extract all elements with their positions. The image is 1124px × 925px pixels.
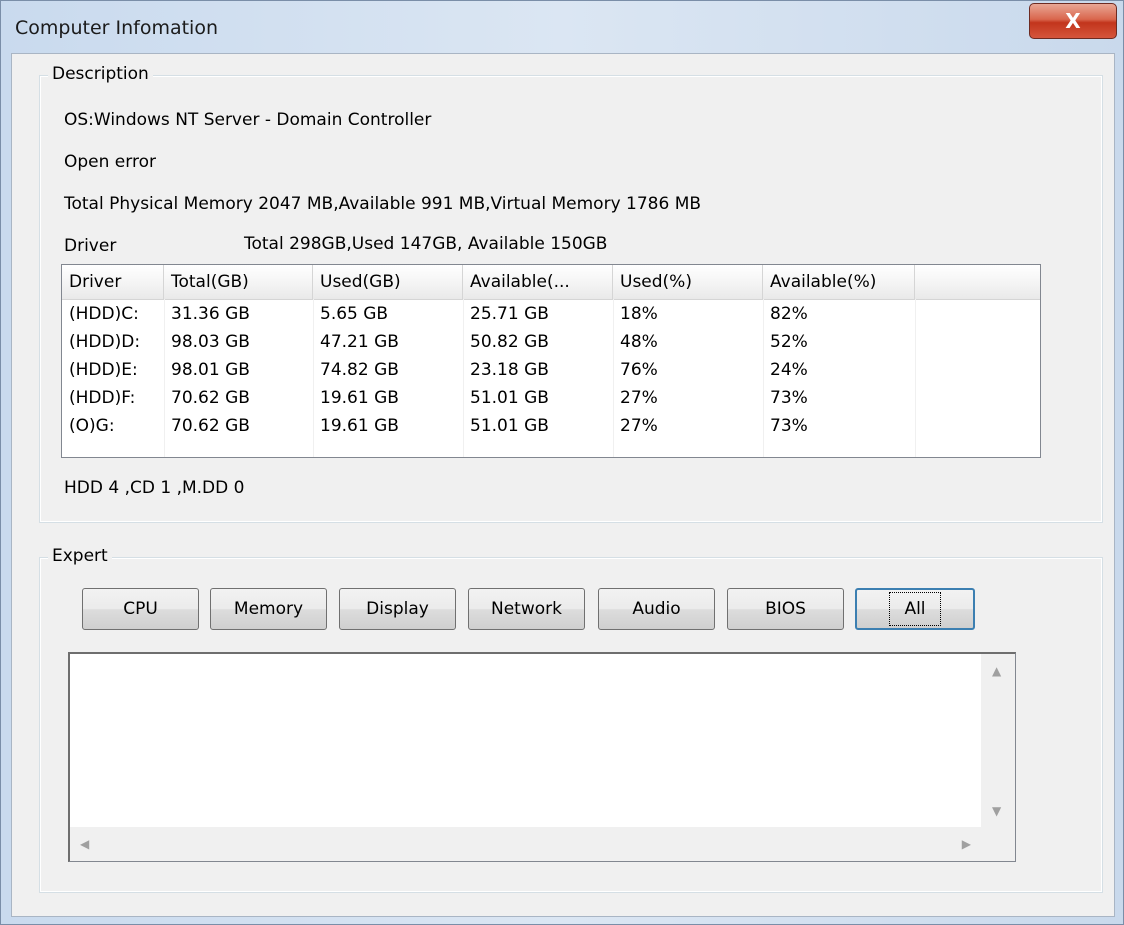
scrollbar-corner bbox=[981, 827, 1015, 861]
cell-total: 98.03 GB bbox=[171, 332, 250, 352]
computer-info-window: Computer Infomation X Description OS:Win… bbox=[0, 0, 1124, 925]
all-button-label: All bbox=[889, 592, 941, 626]
arrow-down-icon[interactable]: ▼ bbox=[992, 804, 1001, 818]
driver-label: Driver bbox=[64, 236, 117, 256]
cell-total: 70.62 GB bbox=[171, 416, 250, 436]
table-row[interactable]: (HDD)D: 98.03 GB 47.21 GB 50.82 GB 48% 5… bbox=[62, 328, 1040, 356]
table-row[interactable]: (O)G: 70.62 GB 19.61 GB 51.01 GB 27% 73% bbox=[62, 412, 1040, 440]
audio-button[interactable]: Audio bbox=[598, 588, 715, 630]
table-row[interactable]: (HDD)E: 98.01 GB 74.82 GB 23.18 GB 76% 2… bbox=[62, 356, 1040, 384]
close-icon: X bbox=[1065, 9, 1081, 33]
status-text: Open error bbox=[64, 152, 156, 172]
cell-available-percent: 73% bbox=[770, 388, 808, 408]
arrow-left-icon[interactable]: ◀ bbox=[80, 837, 89, 851]
cell-total: 31.36 GB bbox=[171, 304, 250, 324]
memory-button[interactable]: Memory bbox=[210, 588, 327, 630]
vertical-scrollbar[interactable]: ▲ ▼ bbox=[981, 654, 1015, 828]
os-info: OS:Windows NT Server - Domain Controller bbox=[64, 110, 432, 130]
cell-available: 51.01 GB bbox=[470, 416, 549, 436]
cell-used-percent: 48% bbox=[620, 332, 658, 352]
cell-available-percent: 73% bbox=[770, 416, 808, 436]
cell-available: 50.82 GB bbox=[470, 332, 549, 352]
close-button[interactable]: X bbox=[1029, 3, 1117, 39]
cpu-button[interactable]: CPU bbox=[82, 588, 199, 630]
arrow-right-icon[interactable]: ▶ bbox=[962, 837, 971, 851]
cell-used-percent: 76% bbox=[620, 360, 658, 380]
cell-available: 51.01 GB bbox=[470, 388, 549, 408]
cell-total: 98.01 GB bbox=[171, 360, 250, 380]
cell-used-percent: 27% bbox=[620, 416, 658, 436]
cell-available-percent: 52% bbox=[770, 332, 808, 352]
cell-total: 70.62 GB bbox=[171, 388, 250, 408]
table-row[interactable]: (HDD)F: 70.62 GB 19.61 GB 51.01 GB 27% 7… bbox=[62, 384, 1040, 412]
drive-table-body: (HDD)C: 31.36 GB 5.65 GB 25.71 GB 18% 82… bbox=[62, 300, 1040, 440]
window-title: Computer Infomation bbox=[15, 17, 218, 39]
drive-table[interactable]: Driver Total(GB) Used(GB) Available(... … bbox=[61, 264, 1041, 458]
title-bar[interactable]: Computer Infomation X bbox=[1, 1, 1123, 53]
cell-driver: (HDD)C: bbox=[69, 304, 139, 324]
cell-available-percent: 24% bbox=[770, 360, 808, 380]
bios-button[interactable]: BIOS bbox=[727, 588, 844, 630]
cell-used-percent: 18% bbox=[620, 304, 658, 324]
cell-driver: (HDD)E: bbox=[69, 360, 138, 380]
cell-available: 25.71 GB bbox=[470, 304, 549, 324]
cell-driver: (HDD)F: bbox=[69, 388, 136, 408]
cell-available: 23.18 GB bbox=[470, 360, 549, 380]
cell-used: 5.65 GB bbox=[320, 304, 389, 324]
column-header-driver[interactable]: Driver bbox=[62, 265, 164, 299]
column-header-available[interactable]: Available(... bbox=[463, 265, 613, 299]
cell-driver: (O)G: bbox=[69, 416, 115, 436]
column-header-used-percent[interactable]: Used(%) bbox=[613, 265, 763, 299]
cell-driver: (HDD)D: bbox=[69, 332, 141, 352]
expert-output-textarea[interactable]: ▲ ▼ ◀ ▶ bbox=[68, 652, 1016, 862]
display-button[interactable]: Display bbox=[339, 588, 456, 630]
all-button[interactable]: All bbox=[855, 588, 975, 630]
horizontal-scrollbar[interactable]: ◀ ▶ bbox=[70, 827, 981, 861]
column-header-available-percent[interactable]: Available(%) bbox=[763, 265, 915, 299]
cell-used: 47.21 GB bbox=[320, 332, 399, 352]
dialog-client-area: Description OS:Windows NT Server - Domai… bbox=[11, 53, 1115, 917]
memory-info: Total Physical Memory 2047 MB,Available … bbox=[64, 194, 702, 214]
driver-summary: Total 298GB,Used 147GB, Available 150GB bbox=[244, 234, 608, 254]
network-button[interactable]: Network bbox=[468, 588, 585, 630]
device-counts: HDD 4 ,CD 1 ,M.DD 0 bbox=[64, 478, 245, 498]
cell-used-percent: 27% bbox=[620, 388, 658, 408]
column-header-used[interactable]: Used(GB) bbox=[313, 265, 463, 299]
description-legend: Description bbox=[48, 64, 153, 84]
column-header-total[interactable]: Total(GB) bbox=[164, 265, 313, 299]
drive-table-header: Driver Total(GB) Used(GB) Available(... … bbox=[62, 265, 1040, 300]
table-row[interactable]: (HDD)C: 31.36 GB 5.65 GB 25.71 GB 18% 82… bbox=[62, 300, 1040, 328]
cell-used: 74.82 GB bbox=[320, 360, 399, 380]
cell-used: 19.61 GB bbox=[320, 416, 399, 436]
arrow-up-icon[interactable]: ▲ bbox=[992, 664, 1001, 678]
cell-available-percent: 82% bbox=[770, 304, 808, 324]
cell-used: 19.61 GB bbox=[320, 388, 399, 408]
expert-legend: Expert bbox=[48, 546, 112, 566]
